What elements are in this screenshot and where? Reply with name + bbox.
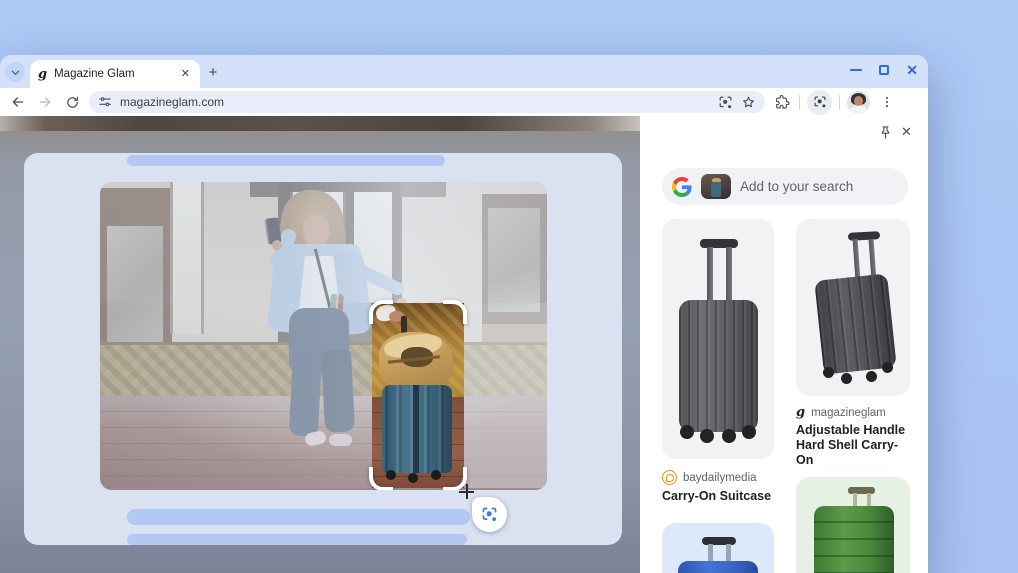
article-photo[interactable]	[100, 182, 547, 490]
result-image-green-suitcase[interactable]	[796, 477, 910, 573]
lens-side-panel: ✕ Add to your search baydailymedia Carry…	[640, 116, 928, 573]
tab-strip: g Magazine Glam ✕ + ✕	[0, 55, 928, 88]
result-title-link[interactable]: Carry-On Suitcase	[662, 489, 774, 504]
site-info-icon[interactable]	[98, 95, 112, 109]
placeholder-bar	[127, 534, 467, 545]
woman-shoe	[329, 434, 352, 446]
pin-panel-icon[interactable]	[878, 125, 893, 140]
browser-window: g Magazine Glam ✕ + ✕ magazineglam.com ✕…	[0, 55, 928, 573]
result-source-label: magazineglam	[811, 406, 886, 419]
new-tab-button[interactable]: +	[204, 63, 222, 81]
result-image-dark-angled-suitcase[interactable]	[796, 219, 910, 396]
avatar-face	[854, 95, 863, 106]
lens-omnibox-icon[interactable]	[718, 95, 733, 110]
tab-close-icon[interactable]: ✕	[179, 67, 192, 82]
magazineglam-favicon-icon: g	[796, 405, 806, 420]
toolbar-divider	[839, 94, 840, 110]
avatar-shirt	[850, 105, 867, 114]
toolbar-divider	[799, 94, 800, 110]
result-source[interactable]: baydailymedia	[662, 470, 757, 485]
tab-magazine-glam[interactable]: g Magazine Glam ✕	[30, 60, 200, 88]
chevron-down-icon	[11, 70, 19, 75]
selection-corner-handle[interactable]	[369, 300, 393, 324]
woman-leg-right	[320, 349, 356, 433]
result-title-link[interactable]: Adjustable Handle Hard Shell Carry-On	[796, 423, 910, 467]
result-image-blue-suitcase[interactable]	[662, 523, 774, 573]
browser-menu-button[interactable]	[877, 92, 897, 112]
lens-search-bar[interactable]: Add to your search	[662, 168, 908, 205]
tab-favicon-icon: g	[38, 66, 48, 82]
baydailymedia-favicon-icon	[662, 470, 677, 485]
window-controls: ✕	[850, 63, 918, 77]
search-placeholder: Add to your search	[740, 179, 854, 194]
forward-button[interactable]	[35, 92, 55, 112]
selection-corner-handle[interactable]	[369, 467, 393, 490]
woman-face	[303, 214, 329, 246]
result-source[interactable]: g magazineglam	[796, 405, 886, 420]
webpage-viewport	[0, 116, 640, 573]
minimize-button[interactable]	[850, 68, 863, 72]
google-logo	[672, 176, 692, 197]
placeholder-bar	[127, 155, 445, 166]
lens-session-button[interactable]	[807, 89, 832, 115]
bookmark-star-icon[interactable]	[741, 95, 756, 110]
close-panel-icon[interactable]: ✕	[901, 125, 912, 138]
article-card	[24, 153, 622, 545]
page-header-dimmed	[0, 116, 640, 131]
extensions-icon[interactable]	[772, 92, 792, 112]
selected-region-thumbnail	[701, 174, 731, 199]
result-source-label: baydailymedia	[683, 471, 757, 484]
reload-button[interactable]	[62, 92, 82, 112]
desktop: g Magazine Glam ✕ + ✕ magazineglam.com ✕…	[0, 0, 1018, 573]
maximize-button[interactable]	[879, 65, 890, 75]
profile-avatar[interactable]	[847, 90, 870, 114]
tab-title: Magazine Glam	[54, 68, 135, 80]
selection-corner-handle[interactable]	[443, 300, 467, 324]
tab-search-button[interactable]	[5, 62, 25, 82]
placeholder-bar	[127, 509, 470, 525]
lens-overlay-button[interactable]	[472, 497, 507, 532]
woman-hand	[272, 240, 282, 250]
lens-icon	[482, 507, 497, 522]
back-button[interactable]	[8, 92, 28, 112]
address-bar[interactable]: magazineglam.com	[89, 91, 765, 113]
crosshair-cursor	[459, 484, 474, 499]
url-text: magazineglam.com	[120, 95, 225, 109]
browser-toolbar: magazineglam.com	[0, 88, 928, 116]
lens-selection-region[interactable]	[369, 300, 467, 490]
woman-leg-left	[288, 349, 323, 437]
photo-window-left	[170, 182, 204, 334]
close-window-button[interactable]: ✕	[906, 63, 918, 77]
result-image-dark-suitcase[interactable]	[662, 219, 774, 459]
